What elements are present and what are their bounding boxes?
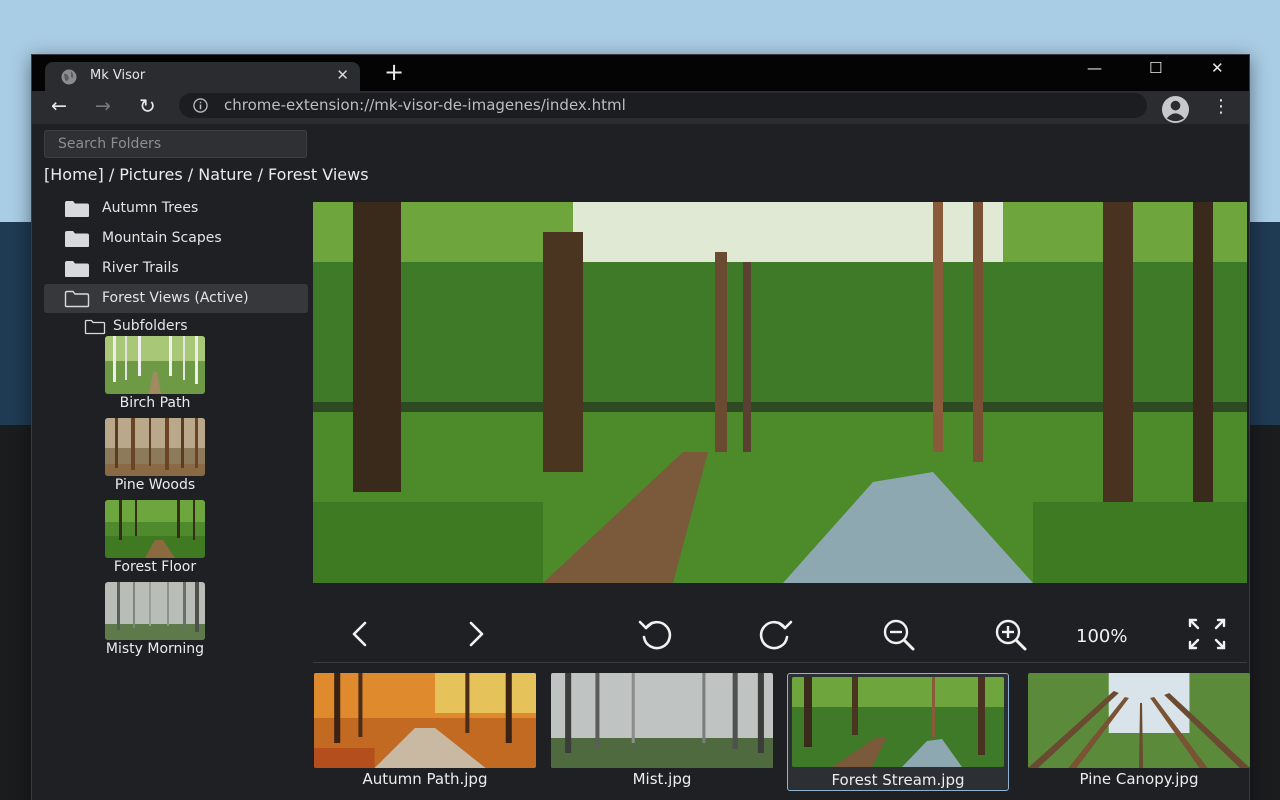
browser-toolbar: ← → ↻ chrome-extension://mk-visor-de-ima… <box>32 91 1249 124</box>
subfolder-label: Forest Floor <box>113 559 197 575</box>
browser-menu-icon[interactable]: ⋮ <box>1212 96 1230 117</box>
zoom-out-button[interactable] <box>877 616 921 652</box>
url-text: chrome-extension://mk-visor-de-imagenes/… <box>224 96 626 114</box>
profile-avatar-icon[interactable] <box>1161 95 1190 124</box>
folder-label: Forest Views (Active) <box>102 290 249 306</box>
subfolder-thumbnail <box>105 500 205 558</box>
main-image-forest-stream[interactable] <box>313 202 1247 583</box>
folder-icon <box>65 201 89 217</box>
reload-button[interactable]: ↻ <box>139 94 156 118</box>
subfolder-label: Pine Woods <box>114 477 196 493</box>
breadcrumb-separator: / <box>252 165 269 184</box>
fullscreen-button[interactable] <box>1185 616 1229 652</box>
info-icon <box>193 98 208 113</box>
filmstrip-thumbnail <box>1028 673 1250 768</box>
filmstrip-label: Mist.jpg <box>632 770 692 788</box>
subfolder-thumbnail <box>105 336 205 394</box>
viewer-controls: 100% <box>313 616 1247 658</box>
rotate-right-button[interactable] <box>753 616 797 652</box>
filmstrip-label: Pine Canopy.jpg <box>1079 770 1199 788</box>
filmstrip-item-mist[interactable]: Mist.jpg <box>551 673 773 791</box>
filmstrip-item-forest-stream[interactable]: Forest Stream.jpg <box>787 673 1009 791</box>
breadcrumb-separator: / <box>182 165 199 184</box>
folder-open-icon <box>64 290 90 308</box>
folder-outline-icon <box>84 319 106 335</box>
tab-strip: Mk Visor ✕ + — ☐ ✕ <box>32 55 1249 91</box>
browser-window: Mk Visor ✕ + — ☐ ✕ ← → ↻ chrome-extensio… <box>31 54 1250 800</box>
filmstrip-item-pine-canopy[interactable]: Pine Canopy.jpg <box>1028 673 1250 791</box>
folder-label: Autumn Trees <box>102 200 199 216</box>
folder-label: Mountain Scapes <box>102 230 222 246</box>
filmstrip-thumbnail <box>551 673 773 768</box>
subfolder-item-birch-path[interactable]: Birch Path <box>85 336 225 418</box>
folder-item-mountain-scapes[interactable]: Mountain Scapes <box>44 224 308 253</box>
zoom-in-button[interactable] <box>989 616 1033 652</box>
filmstrip-label: Forest Stream.jpg <box>831 771 965 789</box>
subfolder-label: Birch Path <box>119 395 191 411</box>
tab-title: Mk Visor <box>90 68 146 83</box>
folder-item-autumn-trees[interactable]: Autumn Trees <box>44 194 308 223</box>
new-tab-button[interactable]: + <box>384 60 404 84</box>
window-close-button[interactable]: ✕ <box>1211 59 1224 77</box>
breadcrumb-separator: / <box>103 165 120 184</box>
controls-divider <box>313 662 1247 663</box>
folder-label: River Trails <box>102 260 179 276</box>
subfolder-item-forest-floor[interactable]: Forest Floor <box>85 500 225 582</box>
globe-icon <box>61 69 77 85</box>
folder-icon <box>65 231 89 247</box>
next-button[interactable] <box>453 616 497 652</box>
forward-button[interactable]: → <box>95 95 111 117</box>
folder-item-river-trails[interactable]: River Trails <box>44 254 308 283</box>
search-input[interactable] <box>44 130 307 158</box>
breadcrumb-nature[interactable]: Nature <box>198 165 252 184</box>
subfolder-item-misty-morning[interactable]: Misty Morning <box>85 582 225 664</box>
subfolder-label: Misty Morning <box>105 641 205 657</box>
filmstrip-thumbnail <box>314 673 536 768</box>
address-bar[interactable]: chrome-extension://mk-visor-de-imagenes/… <box>179 93 1147 118</box>
folder-icon <box>65 261 89 277</box>
app-content: [Home] / Pictures / Nature / Forest View… <box>32 124 1250 800</box>
folder-item-forest-views[interactable]: Forest Views (Active) <box>44 284 308 313</box>
previous-button[interactable] <box>339 616 383 652</box>
filmstrip-label: Autumn Path.jpg <box>362 770 488 788</box>
back-button[interactable]: ← <box>51 95 67 117</box>
breadcrumb: [Home] / Pictures / Nature / Forest View… <box>44 165 369 184</box>
tab-mk-visor[interactable]: Mk Visor ✕ <box>45 62 360 91</box>
filmstrip-thumbnail <box>792 677 1004 767</box>
breadcrumb-home[interactable]: [Home] <box>44 165 104 184</box>
filmstrip-item-autumn-path[interactable]: Autumn Path.jpg <box>314 673 536 791</box>
maximize-button[interactable]: ☐ <box>1149 59 1162 77</box>
tab-close-icon[interactable]: ✕ <box>336 66 349 84</box>
minimize-button[interactable]: — <box>1087 59 1102 77</box>
subfolders-label: Subfolders <box>113 318 188 334</box>
subfolder-item-pine-woods[interactable]: Pine Woods <box>85 418 225 500</box>
breadcrumb-forest-views: Forest Views <box>268 165 369 184</box>
zoom-level: 100% <box>1076 626 1128 647</box>
rotate-left-button[interactable] <box>634 616 678 652</box>
subfolder-thumbnail <box>105 582 205 640</box>
subfolder-thumbnail <box>105 418 205 476</box>
breadcrumb-pictures[interactable]: Pictures <box>119 165 182 184</box>
